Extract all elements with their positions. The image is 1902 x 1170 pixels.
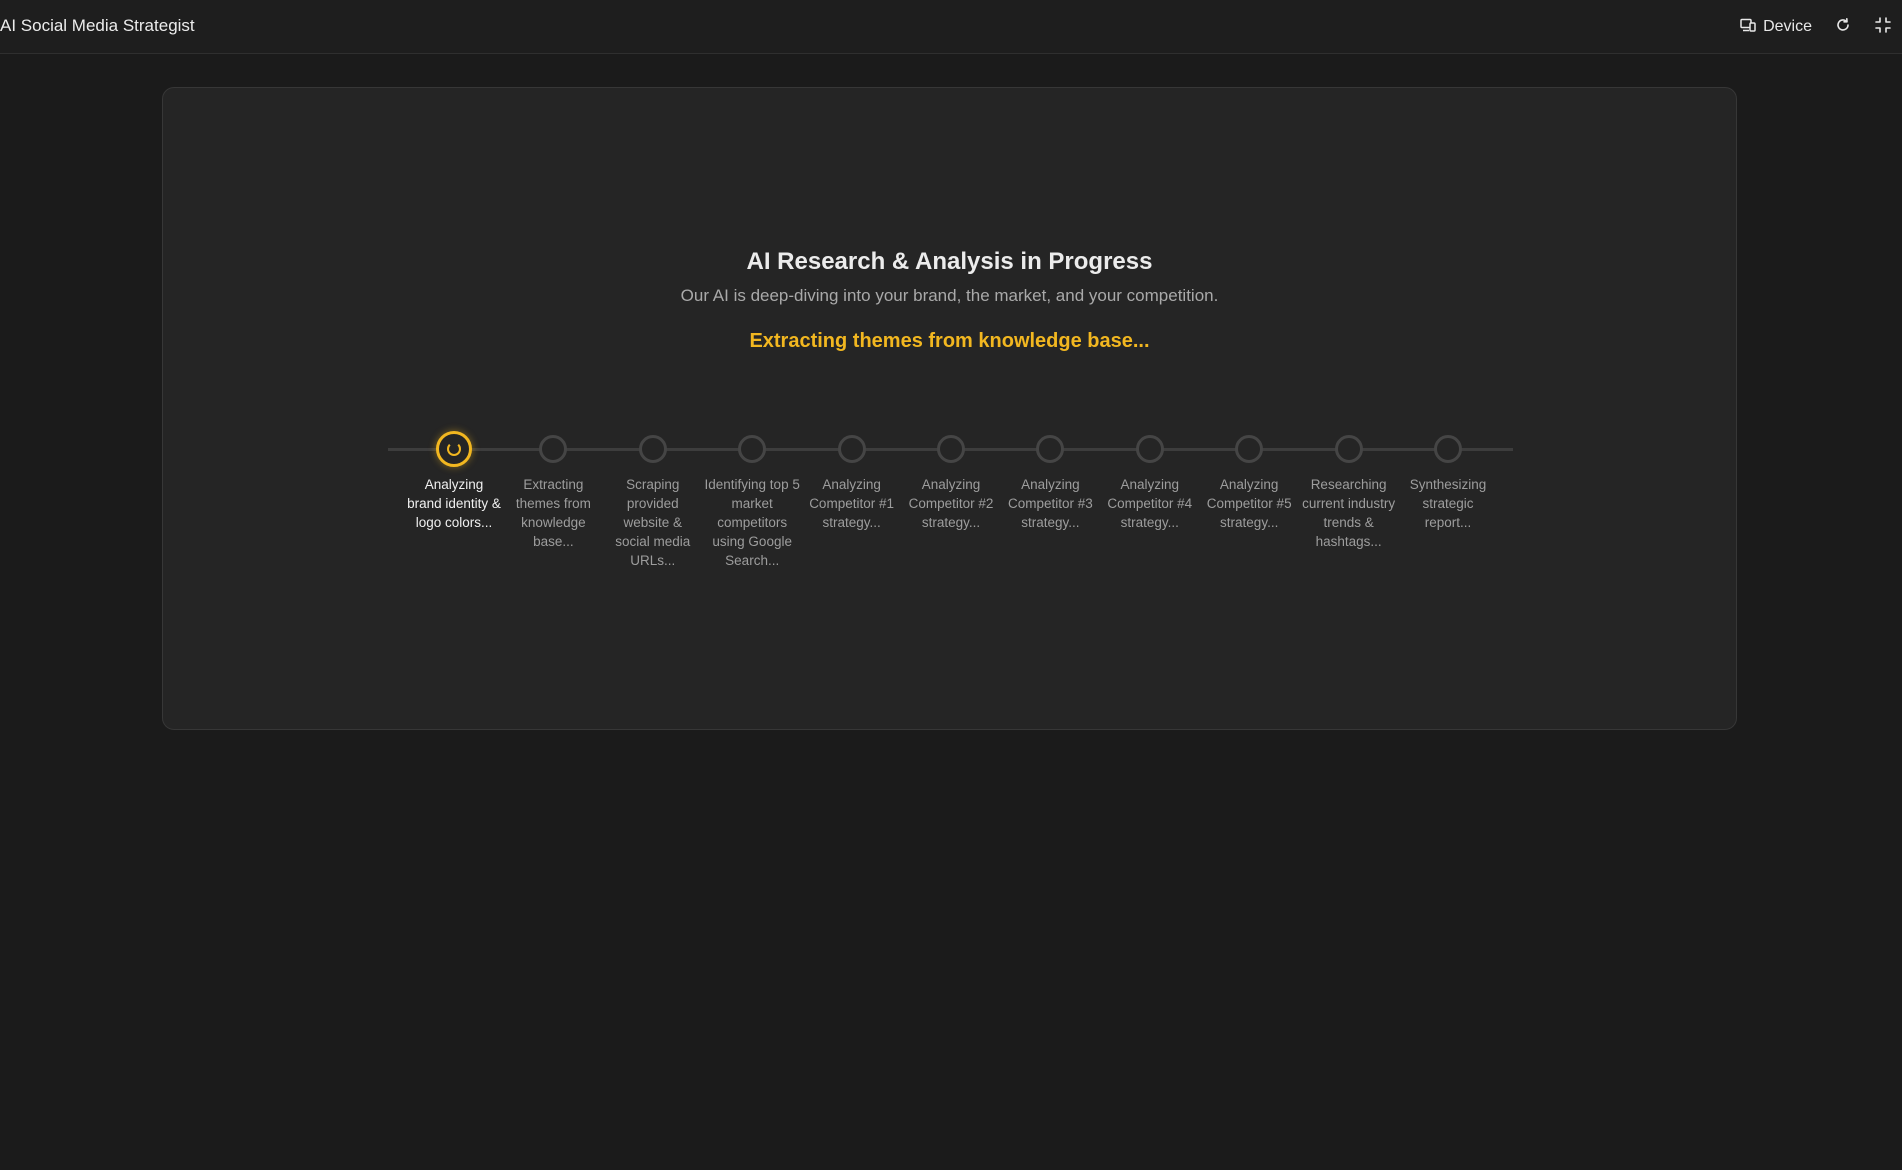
step-indicator (1334, 435, 1363, 463)
progress-step: Scraping provided website & social media… (605, 430, 701, 570)
device-button[interactable]: Device (1740, 18, 1812, 37)
step-label: Analyzing Competitor #1 strategy... (809, 477, 894, 530)
step-label: Analyzing Competitor #2 strategy... (908, 477, 994, 530)
top-bar: AI Social Media Strategist Device (0, 0, 1902, 54)
step-label: Analyzing brand identity & logo colors..… (407, 477, 501, 530)
page-subtitle: Our AI is deep-diving into your brand, t… (680, 286, 1219, 305)
device-label: Device (1763, 18, 1812, 35)
step-indicator (837, 435, 866, 463)
current-status-text: Extracting themes from knowledge base... (749, 330, 1150, 352)
step-label: Scraping provided website & social media… (615, 477, 691, 568)
step-indicator (738, 435, 767, 463)
refresh-icon (1835, 17, 1851, 38)
step-label: Analyzing Competitor #3 strategy... (1007, 477, 1093, 530)
progress-step: Analyzing Competitor #4 strategy... (1102, 430, 1198, 532)
fullscreen-icon (1875, 16, 1891, 38)
top-actions: Device (1740, 0, 1892, 54)
step-label: Analyzing Competitor #4 strategy... (1107, 477, 1193, 530)
step-label: Synthesizing strategic report... (1409, 477, 1487, 530)
step-label: Analyzing Competitor #5 strategy... (1206, 477, 1292, 530)
step-indicator (1235, 435, 1264, 463)
app-title: AI Social Media Strategist (0, 16, 195, 35)
page-title: AI Research & Analysis in Progress (746, 248, 1153, 275)
refresh-button[interactable] (1834, 17, 1852, 38)
progress-step: Analyzing brand identity & logo colors..… (406, 430, 502, 532)
progress-step: Analyzing Competitor #1 strategy... (804, 430, 900, 532)
step-indicator (638, 435, 667, 463)
step-indicator (937, 435, 965, 463)
device-icon (1740, 18, 1756, 37)
progress-step: Extracting themes from knowledge base... (505, 430, 601, 551)
step-indicator (1434, 435, 1462, 463)
progress-step: Analyzing Competitor #5 strategy... (1201, 430, 1297, 532)
progress-step: Researching current industry trends & ha… (1301, 430, 1397, 551)
step-indicator-active (436, 431, 472, 467)
step-indicator (539, 435, 568, 463)
progress-step: Identifying top 5 market competitors usi… (704, 430, 800, 570)
fullscreen-button[interactable] (1874, 16, 1892, 38)
progress-step: Synthesizing strategic report... (1400, 430, 1496, 532)
spinner-icon (447, 442, 461, 456)
progress-stepper: Analyzing brand identity & logo colors..… (388, 430, 1513, 590)
step-label: Extracting themes from knowledge base... (515, 477, 591, 549)
step-label: Researching current industry trends & ha… (1302, 477, 1396, 549)
step-label: Identifying top 5 market competitors usi… (704, 477, 800, 568)
progress-step: Analyzing Competitor #3 strategy... (1002, 430, 1098, 532)
progress-card: AI Research & Analysis in Progress Our A… (162, 87, 1737, 730)
step-indicator (1036, 435, 1065, 463)
progress-step: Analyzing Competitor #2 strategy... (903, 430, 999, 532)
step-indicator (1135, 435, 1164, 463)
